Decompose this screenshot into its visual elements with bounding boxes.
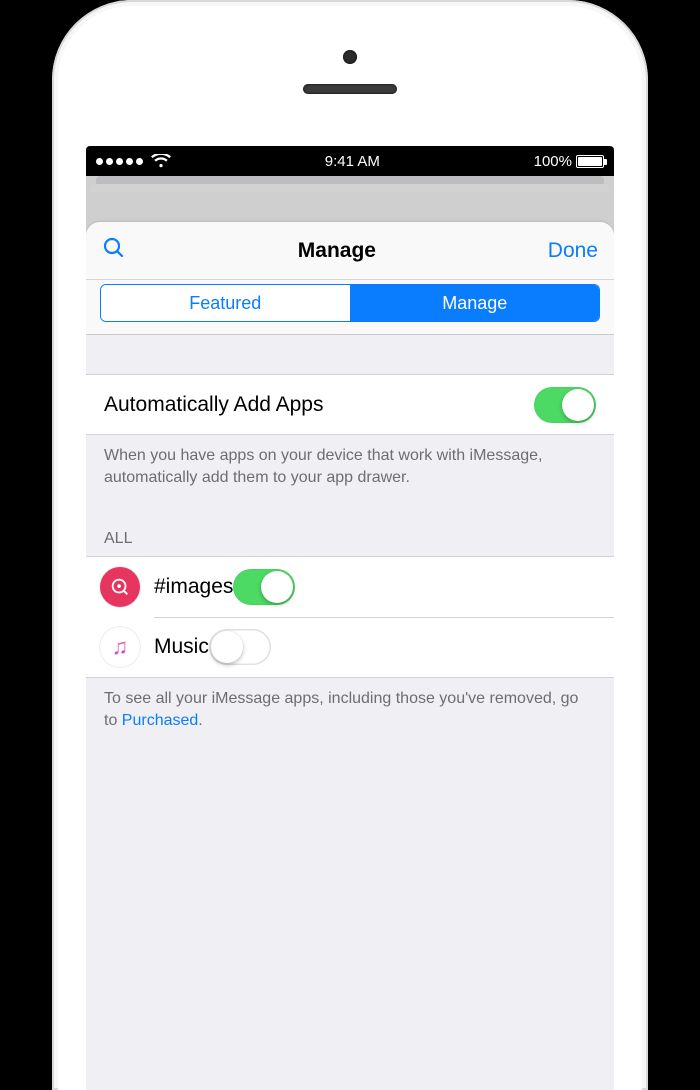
tab-featured[interactable]: Featured <box>101 285 350 321</box>
wifi-icon <box>151 154 171 168</box>
footer-suffix: . <box>198 712 202 729</box>
battery-icon <box>576 155 604 168</box>
purchased-link[interactable]: Purchased <box>122 712 199 729</box>
list-item: ♫ Music <box>86 617 614 677</box>
phone-speaker <box>303 84 397 94</box>
nav-bar: Manage Done <box>86 222 614 280</box>
apps-list: #images ♫ Music <box>86 556 614 678</box>
auto-add-apps-caption: When you have apps on your device that w… <box>86 435 614 506</box>
signal-dots-icon <box>96 158 143 165</box>
images-app-icon <box>100 567 140 607</box>
list-item: #images <box>86 557 614 617</box>
purchased-footer: To see all your iMessage apps, including… <box>86 678 614 749</box>
modal-sheet: Manage Done Featured Manage Automaticall… <box>86 222 614 1090</box>
phone-camera <box>343 50 357 64</box>
auto-add-apps-label: Automatically Add Apps <box>104 393 534 417</box>
sheet-backdrop: Manage Done Featured Manage Automaticall… <box>86 176 614 1090</box>
tab-manage[interactable]: Manage <box>350 285 600 321</box>
music-app-icon: ♫ <box>100 627 140 667</box>
status-bar: 9:41 AM 100% <box>86 146 614 176</box>
segmented-control: Featured Manage <box>100 284 600 322</box>
search-icon[interactable] <box>102 236 126 265</box>
battery-pct: 100% <box>534 153 572 170</box>
app-toggle-images[interactable] <box>233 569 295 605</box>
status-time: 9:41 AM <box>325 153 380 170</box>
app-name: #images <box>154 575 233 599</box>
done-button[interactable]: Done <box>548 239 598 263</box>
section-spacer <box>86 335 614 375</box>
nav-title: Manage <box>298 239 376 263</box>
app-name: Music <box>154 635 209 659</box>
auto-add-apps-row: Automatically Add Apps <box>86 375 614 435</box>
section-header-all: ALL <box>86 506 614 556</box>
auto-add-apps-toggle[interactable] <box>534 387 596 423</box>
app-toggle-music[interactable] <box>209 629 271 665</box>
